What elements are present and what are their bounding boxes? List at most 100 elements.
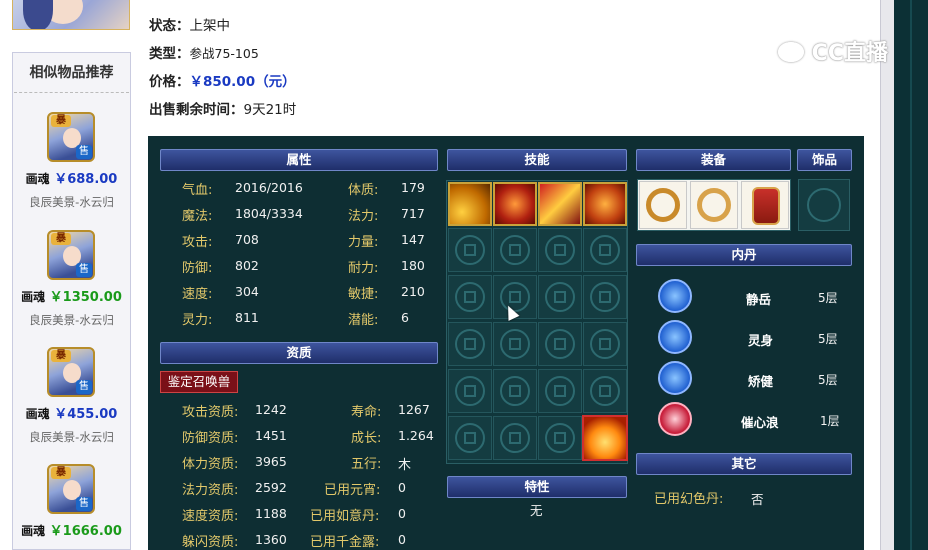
aptitude-value: 1360: [255, 532, 287, 547]
special-skill-icon[interactable]: [582, 415, 628, 461]
neidan-name: 矫健: [748, 374, 774, 389]
attr-value: 2016/2016: [235, 180, 303, 195]
attr-value: 6: [401, 310, 409, 325]
attributes-header: 属性: [160, 149, 438, 171]
aptitude-label: 攻击资质:: [182, 405, 239, 420]
empty-skill-slot: [538, 228, 582, 272]
neidan-level: 1层: [820, 414, 840, 428]
similar-item-price: ￥1666.00: [49, 524, 122, 539]
neidan-name: 催心浪: [741, 415, 779, 430]
similar-item-price-line[interactable]: 画魂 ￥1666.00: [12, 520, 131, 539]
equipment-ring-icon[interactable]: [639, 181, 687, 229]
neidan-level: 5层: [818, 332, 838, 346]
attr-label: 力量:: [348, 235, 379, 250]
sidebar-divider: [14, 92, 129, 93]
similar-item-card[interactable]: 暴 售 画魂 ￥455.00 良辰美景-水云归: [12, 347, 131, 457]
attr-value: 180: [401, 258, 425, 273]
watermark-text: CC直播: [811, 41, 888, 66]
empty-skill-slot: [583, 228, 627, 272]
attr-label: 潜能:: [348, 313, 379, 328]
aptitude-value: 0: [398, 480, 406, 495]
aptitude-value: 2592: [255, 480, 287, 495]
skills-header: 技能: [447, 149, 627, 171]
skill-icon[interactable]: [538, 182, 582, 226]
attr-label: 体质:: [348, 183, 379, 198]
similar-item-card[interactable]: 暴 售 画魂 ￥1666.00: [12, 464, 131, 550]
equipment-slots: [637, 179, 791, 231]
page-right-stripe: [910, 0, 912, 550]
status-value: 上架中: [189, 18, 231, 34]
aptitude-label: 五行:: [351, 457, 382, 472]
item-type-line: 类型：参战75-105: [149, 42, 259, 62]
empty-skill-slot: [448, 275, 492, 319]
summon-portrait-icon[interactable]: 暴 售: [47, 230, 95, 280]
equipment-armor-icon[interactable]: [741, 181, 789, 229]
skill-grid: [446, 180, 628, 464]
neidan-name: 灵身: [748, 333, 774, 348]
similar-item-card[interactable]: 暴 售 画魂 ￥688.00 良辰美景-水云归: [12, 112, 131, 222]
attr-value: 304: [235, 284, 259, 299]
similar-item-price: ￥1350.00: [49, 290, 122, 305]
skill-icon[interactable]: [583, 182, 627, 226]
type-value: 参战75-105: [189, 46, 259, 61]
similar-item-price-line[interactable]: 画魂 ￥1350.00: [12, 286, 131, 305]
cc-live-watermark: CC直播: [778, 35, 900, 67]
aptitude-label: 已用千金露:: [310, 535, 380, 550]
aptitude-label: 体力资质:: [182, 457, 239, 472]
item-name-cutoff: [149, 0, 175, 8]
attr-label: 气血:: [182, 183, 213, 198]
similar-item-server: 良辰美景-水云归: [29, 313, 114, 327]
equipment-header: 装备: [636, 149, 791, 171]
rare-tag: 暴: [51, 115, 71, 127]
summon-portrait-icon[interactable]: 暴 售: [47, 347, 95, 397]
similar-item-card[interactable]: 暴 售 画魂 ￥1350.00 良辰美景-水云归: [12, 230, 131, 340]
accessory-slot: [798, 179, 850, 231]
empty-skill-slot: [583, 275, 627, 319]
for-sale-tag: 售: [76, 497, 92, 511]
summon-detail-panel: 属性 技能 装备 饰品 气血: 2016/2016 魔法: 1804/3334 …: [148, 136, 864, 550]
skill-icon[interactable]: [448, 182, 492, 226]
neidan-icon[interactable]: [658, 279, 692, 313]
skill-icon[interactable]: [493, 182, 537, 226]
empty-skill-slot: [448, 228, 492, 272]
equipment-ring-icon[interactable]: [690, 181, 738, 229]
summon-portrait-icon[interactable]: 暴 售: [47, 464, 95, 514]
attr-value: 811: [235, 310, 259, 325]
neidan-icon[interactable]: [658, 402, 692, 436]
aptitude-label: 已用如意丹:: [310, 509, 380, 524]
aptitude-label: 已用元宵:: [324, 483, 381, 498]
other-label: 已用幻色丹:: [654, 492, 724, 507]
attr-label: 法力:: [348, 209, 379, 224]
empty-skill-slot: [538, 275, 582, 319]
time-value: 9天21时: [243, 102, 297, 118]
item-status-line: 状态：上架中: [149, 14, 230, 34]
time-label: 出售剩余时间：: [149, 102, 244, 118]
empty-skill-slot: [448, 416, 492, 460]
for-sale-tag: 售: [76, 263, 92, 277]
similar-item-server: 良辰美景-水云归: [29, 195, 114, 209]
neidan-icon[interactable]: [658, 320, 692, 354]
similar-item-name: 画魂: [25, 172, 50, 186]
attr-value: 802: [235, 258, 259, 273]
aptitude-value: 1451: [255, 428, 287, 443]
similar-item-price-line[interactable]: 画魂 ￥455.00: [12, 403, 131, 422]
similar-item-name: 画魂: [21, 290, 46, 304]
summon-portrait-icon[interactable]: 暴 售: [47, 112, 95, 162]
attr-value: 708: [235, 232, 259, 247]
aptitude-label: 成长:: [351, 431, 382, 446]
price-label: 价格：: [149, 74, 190, 90]
aptitude-label: 躲闪资质:: [182, 535, 239, 550]
rare-tag: 暴: [51, 467, 71, 479]
item-time-line: 出售剩余时间：9天21时: [149, 98, 296, 118]
other-value: 否: [751, 492, 764, 507]
similar-item-price-line[interactable]: 画魂 ￥688.00: [12, 168, 131, 187]
attr-label: 灵力:: [182, 313, 213, 328]
price-value: ￥850.00（元）: [189, 74, 296, 90]
similar-item-server: 良辰美景-水云归: [29, 430, 114, 444]
identify-summon-button[interactable]: 鉴定召唤兽: [160, 371, 238, 393]
aptitude-value: 0: [398, 532, 406, 547]
neidan-icon[interactable]: [658, 361, 692, 395]
empty-skill-slot: [538, 416, 582, 460]
empty-skill-slot: [583, 369, 627, 413]
aptitude-label: 速度资质:: [182, 509, 239, 524]
